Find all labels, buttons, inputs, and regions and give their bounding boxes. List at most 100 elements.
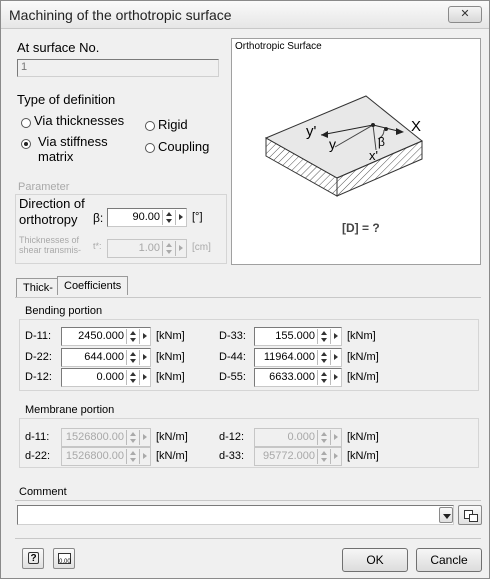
chevron-down-icon	[443, 514, 451, 519]
shear-label-line2: shear transmis-	[19, 245, 82, 255]
spin-icon[interactable]	[317, 350, 329, 365]
m12-input[interactable]: 0.000	[254, 428, 342, 447]
title-bar[interactable]: Machining of the orthotropic surface ✕	[1, 1, 489, 29]
angle-label-beta: β	[378, 135, 385, 149]
axis-label-y-prime: y'	[306, 123, 317, 140]
spin-icon[interactable]	[162, 210, 174, 225]
surface-number-field[interactable]: 1	[17, 59, 219, 77]
spin-icon[interactable]	[162, 241, 174, 256]
arrow-right-icon[interactable]	[139, 449, 149, 464]
radio-via-stiffness-label-line2: matrix	[38, 149, 74, 164]
m33-unit: [kN/m]	[347, 450, 379, 462]
spin-icon[interactable]	[317, 329, 329, 344]
m12-unit: [kN/m]	[347, 431, 379, 443]
m22-value: 1526800.00	[65, 450, 124, 462]
tab-thickness-label: Thick-	[23, 282, 53, 294]
arrow-right-icon[interactable]	[330, 329, 340, 344]
comment-input[interactable]	[17, 505, 454, 525]
bending-portion-label: Bending portion	[25, 305, 103, 317]
tab-coefficients[interactable]: Coefficients	[57, 276, 129, 295]
shear-input[interactable]: 1.00	[107, 239, 187, 258]
spin-icon[interactable]	[317, 449, 329, 464]
d11-input[interactable]: 2450.000	[61, 327, 151, 346]
d44-input[interactable]: 11964.000	[254, 348, 342, 367]
d22-value: 644.000	[84, 351, 124, 363]
m11-unit: [kN/m]	[156, 431, 188, 443]
spin-icon[interactable]	[126, 329, 138, 344]
radio-via-thicknesses[interactable]	[21, 118, 31, 128]
arrow-right-icon[interactable]	[330, 350, 340, 365]
axis-label-x: X	[411, 118, 422, 135]
ok-label: OK	[366, 553, 384, 567]
axis-label-x-prime: x'	[369, 148, 378, 163]
beta-symbol: β:	[93, 211, 104, 225]
surface-number-value: 1	[21, 61, 28, 73]
d33-label: D-33:	[219, 330, 246, 342]
shear-symbol: t*:	[93, 241, 102, 251]
spin-icon[interactable]	[126, 370, 138, 385]
m12-value: 0.000	[287, 431, 315, 443]
d44-label: D-44:	[219, 351, 246, 363]
radio-coupling[interactable]	[145, 143, 155, 153]
d33-value: 155.000	[275, 330, 315, 342]
d55-unit: [kN/m]	[347, 371, 379, 383]
spin-icon[interactable]	[317, 370, 329, 385]
arrow-right-icon[interactable]	[139, 350, 149, 365]
ok-button[interactable]: OK	[342, 548, 408, 572]
arrow-right-icon[interactable]	[139, 329, 149, 344]
tab-thickness[interactable]: Thick-	[16, 278, 59, 297]
arrow-right-icon[interactable]	[175, 241, 185, 256]
direction-label-line2: orthotropy	[19, 212, 78, 227]
d55-input[interactable]: 6633.000	[254, 368, 342, 387]
shear-value: 1.00	[138, 242, 160, 254]
units-button[interactable]: 0.00	[53, 548, 75, 569]
arrow-right-icon[interactable]	[175, 210, 185, 225]
copy-comment-button[interactable]	[458, 505, 482, 525]
spin-icon[interactable]	[317, 430, 329, 445]
radio-via-thicknesses-label: Via thicknesses	[34, 113, 125, 128]
comment-dropdown-button[interactable]	[439, 507, 453, 523]
m22-input[interactable]: 1526800.00	[61, 447, 151, 466]
spin-icon[interactable]	[126, 449, 138, 464]
radio-via-stiffness-matrix[interactable]	[21, 139, 31, 149]
copy-icon-front	[469, 514, 478, 522]
radio-rigid-label: Rigid	[158, 117, 188, 132]
arrow-right-icon[interactable]	[139, 430, 149, 445]
window-title: Machining of the orthotropic surface	[9, 7, 232, 23]
shear-unit: [cm]	[192, 242, 211, 253]
d22-unit: [kNm]	[156, 351, 185, 363]
dialog-window: Machining of the orthotropic surface ✕ A…	[0, 0, 490, 579]
d44-unit: [kN/m]	[347, 351, 379, 363]
d11-value: 2450.000	[78, 330, 124, 342]
membrane-portion-label: Membrane portion	[25, 404, 115, 416]
arrow-right-icon[interactable]	[139, 370, 149, 385]
m11-value: 1526800.00	[65, 431, 124, 443]
beta-input[interactable]: 90.00	[107, 208, 187, 227]
d33-unit: [kNm]	[347, 330, 376, 342]
arrow-right-icon[interactable]	[330, 430, 340, 445]
close-button[interactable]: ✕	[448, 6, 482, 23]
d22-input[interactable]: 644.000	[61, 348, 151, 367]
d55-label: D-55:	[219, 371, 246, 383]
m33-input[interactable]: 95772.000	[254, 447, 342, 466]
radio-via-stiffness-label: Via stiffness	[38, 134, 108, 149]
d11-unit: [kNm]	[156, 330, 185, 342]
tab-coefficients-label: Coefficients	[64, 280, 122, 292]
arrow-right-icon[interactable]	[330, 370, 340, 385]
radio-rigid[interactable]	[145, 121, 155, 131]
d11-label: D-11:	[25, 330, 52, 342]
units-icon: 0.00	[58, 553, 71, 565]
d33-input[interactable]: 155.000	[254, 327, 342, 346]
d12-input[interactable]: 0.000	[61, 368, 151, 387]
spin-icon[interactable]	[126, 430, 138, 445]
axis-label-y: y	[329, 136, 336, 152]
arrow-right-icon[interactable]	[330, 449, 340, 464]
cancel-button[interactable]: Cancle	[416, 548, 482, 572]
help-button[interactable]: ?	[22, 548, 44, 569]
spin-icon[interactable]	[126, 350, 138, 365]
d12-unit: [kNm]	[156, 371, 185, 383]
m33-value: 95772.000	[263, 450, 315, 462]
definition-label: Type of definition	[17, 92, 116, 107]
close-icon: ✕	[460, 8, 470, 20]
m11-input[interactable]: 1526800.00	[61, 428, 151, 447]
